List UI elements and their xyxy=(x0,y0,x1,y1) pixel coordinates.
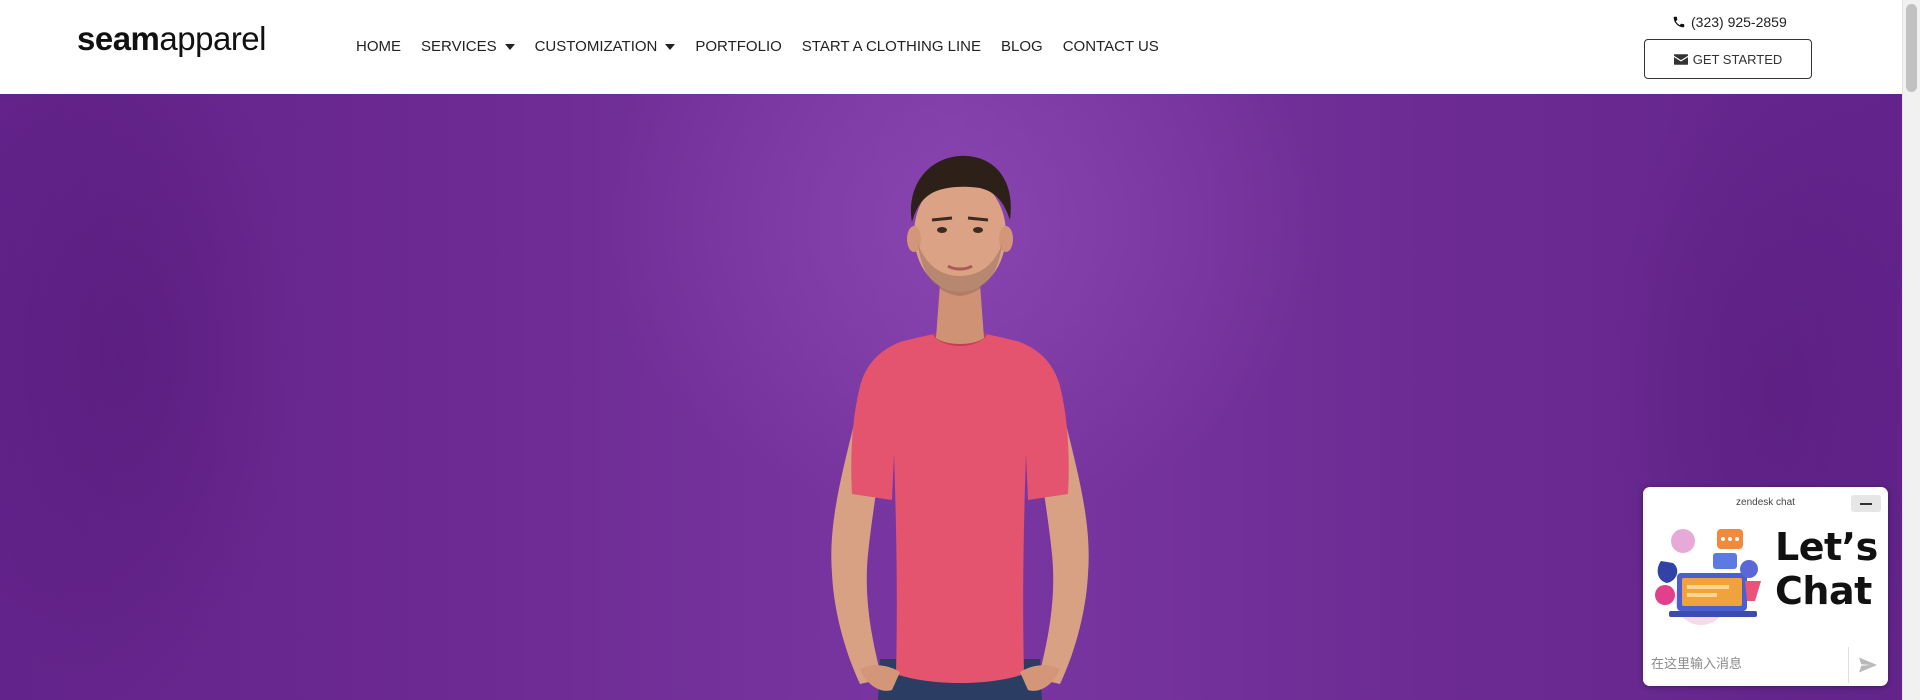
minimize-icon xyxy=(1860,502,1872,505)
chat-input-divider xyxy=(1848,647,1849,683)
page-scrollbar[interactable] xyxy=(1902,0,1920,700)
phone-link[interactable]: (323) 925-2859 xyxy=(1672,14,1787,30)
phone-icon xyxy=(1673,16,1685,28)
nav-contact-us[interactable]: CONTACT US xyxy=(1063,38,1159,55)
mail-icon xyxy=(1673,53,1688,65)
nav-start-clothing-line[interactable]: START A CLOTHING LINE xyxy=(802,38,981,55)
caret-down-icon xyxy=(504,43,515,50)
caret-down-icon xyxy=(665,43,676,50)
nav-services-label: SERVICES xyxy=(421,38,497,55)
chat-heading-line-1: Let’s xyxy=(1775,525,1878,569)
send-icon xyxy=(1859,657,1877,673)
nav-portfolio[interactable]: PORTFOLIO xyxy=(695,38,781,55)
logo-light: apparel xyxy=(159,20,266,57)
chat-illustration xyxy=(1655,529,1761,625)
chat-heading: Let’s Chat xyxy=(1775,525,1885,613)
nav-customization-label: CUSTOMIZATION xyxy=(534,38,658,55)
nav-customization[interactable]: CUSTOMIZATION xyxy=(535,38,676,55)
logo[interactable]: seamapparel xyxy=(77,20,266,58)
nav-blog-label: BLOG xyxy=(1001,38,1043,55)
get-started-label: GET STARTED xyxy=(1692,51,1783,67)
nav-services[interactable]: SERVICES xyxy=(421,38,515,55)
scrollbar-thumb[interactable] xyxy=(1906,4,1917,92)
site-header: seamapparel HOME SERVICES CUSTOMIZATION … xyxy=(0,0,1902,94)
nav-start-clothing-line-label: START A CLOTHING LINE xyxy=(801,38,981,55)
phone-number: (323) 925-2859 xyxy=(1691,14,1787,30)
hero-model-image xyxy=(831,155,1089,700)
chat-minimize-button[interactable] xyxy=(1851,495,1881,512)
chat-message-input[interactable] xyxy=(1643,643,1848,686)
nav-contact-us-label: CONTACT US xyxy=(1062,38,1159,55)
chat-widget: zendesk chat Let’s Chat xyxy=(1643,487,1888,686)
nav-home[interactable]: HOME xyxy=(356,38,401,55)
nav-blog[interactable]: BLOG xyxy=(1001,38,1043,55)
hero-banner xyxy=(0,94,1902,700)
logo-bold: seam xyxy=(77,20,160,57)
get-started-button[interactable]: GET STARTED xyxy=(1644,39,1812,79)
chat-heading-line-2: Chat xyxy=(1775,569,1872,613)
main-nav: HOME SERVICES CUSTOMIZATION PORTFOLIO ST… xyxy=(356,38,1179,55)
nav-home-label: HOME xyxy=(356,38,401,55)
nav-portfolio-label: PORTFOLIO xyxy=(695,38,782,55)
chat-send-button[interactable] xyxy=(1851,647,1885,683)
